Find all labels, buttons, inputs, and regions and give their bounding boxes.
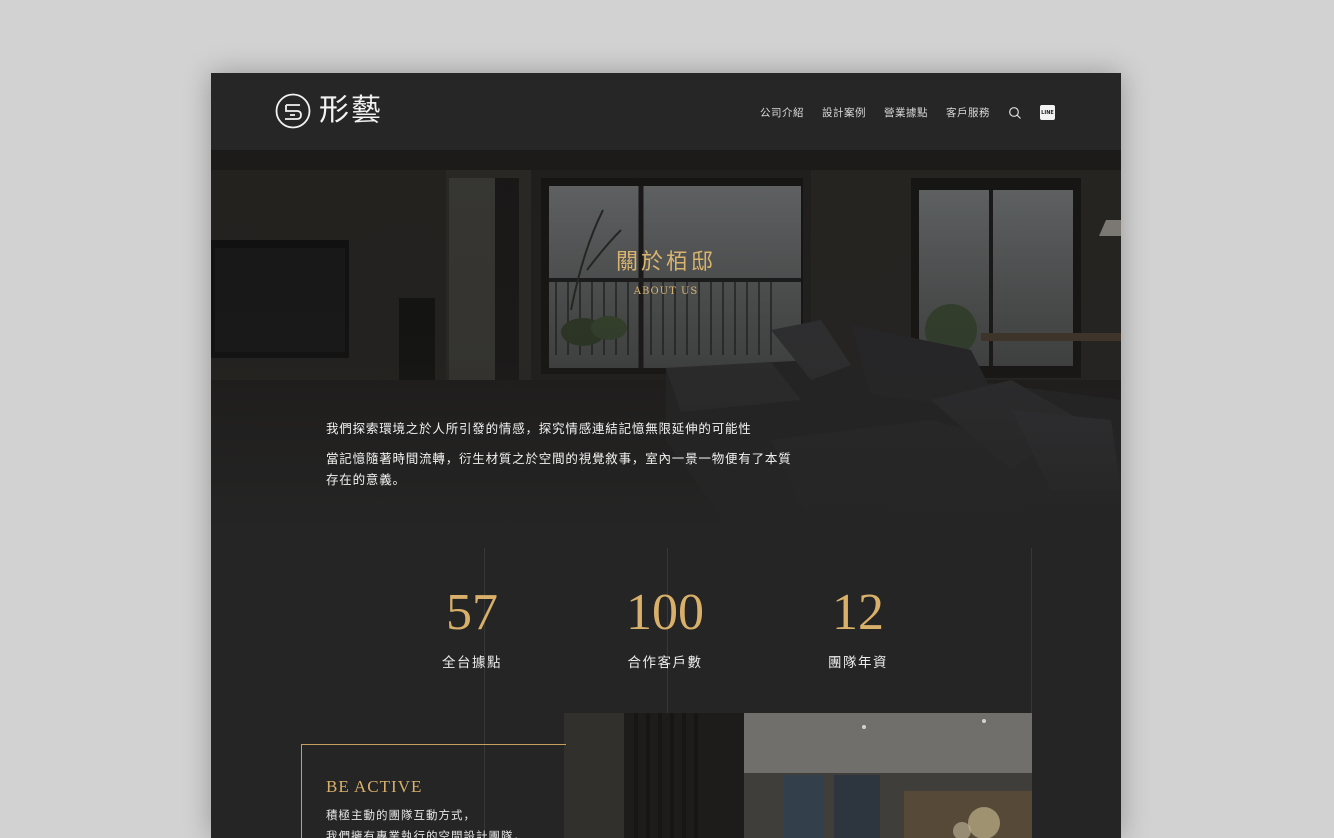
hero-paragraph-1: 我們探索環境之於人所引發的情感，探究情感連結記憶無限延伸的可能性 — [326, 421, 752, 436]
brand-logo[interactable]: 形藝 — [275, 93, 383, 129]
feature-title: BE ACTIVE — [326, 777, 423, 796]
nav-item-cases[interactable]: 設計案例 — [822, 105, 866, 120]
nav-item-about[interactable]: 公司介紹 — [760, 105, 804, 120]
brand-name: 形藝 — [319, 93, 383, 128]
line-icon[interactable]: LINE — [1040, 105, 1055, 120]
stat-clients: 100 合作客戶數 — [585, 583, 745, 671]
hero-banner: 關於栢邸 ABOUT US 我們探索環境之於人所引發的情感，探究情感連結記憶無限… — [211, 150, 1121, 530]
hero-subtitle: ABOUT US — [633, 286, 699, 297]
main-menu: 公司介紹 設計案例 營業據點 客戶服務 LINE — [742, 105, 1055, 120]
stat-value: 57 — [446, 584, 498, 641]
line-icon-text: LINE — [1041, 109, 1054, 116]
feature-text-line-2: 我們擁有專業執行的空間設計團隊， — [326, 829, 526, 838]
search-icon[interactable] — [1008, 106, 1022, 120]
stat-team-years: 12 團隊年資 — [778, 583, 938, 671]
stat-locations: 57 全台據點 — [392, 583, 552, 671]
nav-item-locations[interactable]: 營業據點 — [884, 105, 928, 120]
stat-value: 100 — [626, 584, 704, 641]
feature-card: BE ACTIVE 積極主動的團隊互動方式， 我們擁有專業執行的空間設計團隊， — [301, 744, 566, 838]
stat-value: 12 — [832, 584, 884, 641]
interior-photo-image — [564, 713, 1032, 838]
nav-item-service[interactable]: 客戶服務 — [946, 105, 990, 120]
website-page: 形藝 公司介紹 設計案例 營業據點 客戶服務 LINE 關於栢邸 ABOUT U… — [211, 73, 1121, 838]
hero-title: 關於栢邸 — [615, 250, 716, 275]
hero-paragraph-2: 當記憶隨著時間流轉，衍生材質之於空間的視覺敘事，室內一景一物便有了本質存在的意義… — [326, 451, 792, 487]
feature-text-line-1: 積極主動的團隊互動方式， — [326, 808, 476, 822]
header-nav: 形藝 公司介紹 設計案例 營業據點 客戶服務 LINE — [211, 73, 1121, 150]
stat-label: 全台據點 — [442, 655, 502, 671]
logo-mark-icon — [275, 93, 311, 129]
stat-label: 團隊年資 — [828, 655, 888, 671]
stat-label: 合作客戶數 — [627, 655, 703, 671]
interior-photo — [564, 713, 1032, 838]
